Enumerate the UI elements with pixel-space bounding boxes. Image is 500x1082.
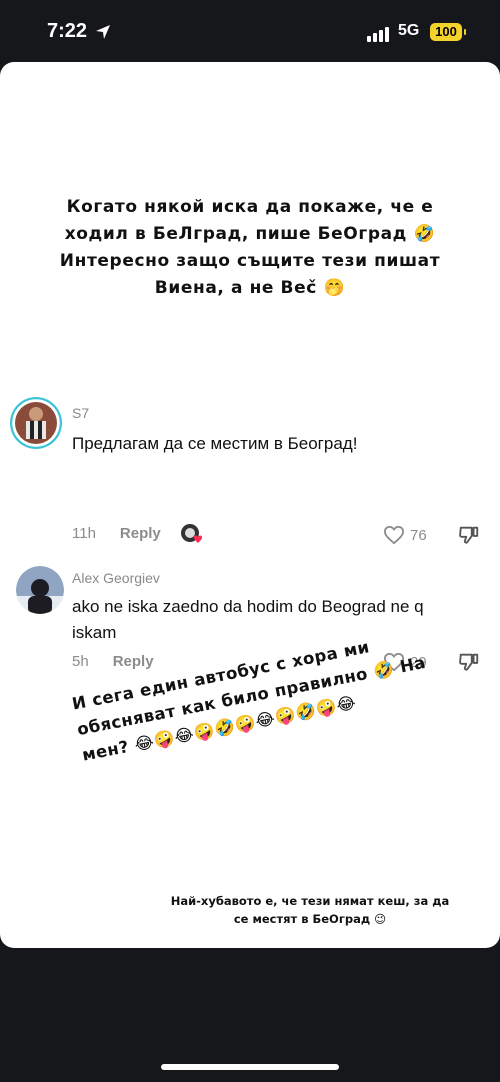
- dislike-icon[interactable]: [458, 651, 480, 673]
- reply-button[interactable]: Reply: [113, 653, 154, 670]
- home-indicator[interactable]: [161, 1064, 339, 1070]
- headline-text: Когато някой иска да покаже, че е ходил …: [59, 197, 441, 298]
- comment-username[interactable]: Alex Georgiev: [72, 570, 160, 586]
- comment-item: S7 Предлагам да се местим в Београд! 11h…: [0, 391, 500, 545]
- location-arrow-icon: [96, 25, 110, 39]
- comment-meta: 5h Reply: [72, 653, 154, 670]
- comment-time: 5h: [72, 653, 89, 670]
- comment-list: S7 Предлагам да се местим в Београд! 11h…: [0, 391, 500, 672]
- signal-icon: [367, 24, 391, 42]
- comment-username[interactable]: S7: [72, 405, 89, 421]
- avatar[interactable]: [16, 566, 64, 614]
- status-bar: 7:22 5G 100: [0, 0, 500, 60]
- story-card: Когато някой иска да покаже, че е ходил …: [0, 62, 500, 948]
- network-label: 5G: [398, 22, 420, 39]
- battery-icon: 100: [430, 23, 466, 41]
- comment-item: Alex Georgiev ako ne iska zaedno da hodi…: [0, 503, 500, 672]
- clock: 7:22: [47, 20, 88, 42]
- footer-caption: Най-хубавото е, че тези нямат кеш, за да…: [170, 894, 450, 926]
- avatar[interactable]: [10, 397, 62, 449]
- comment-text: Предлагам да се местим в Београд!: [72, 434, 358, 453]
